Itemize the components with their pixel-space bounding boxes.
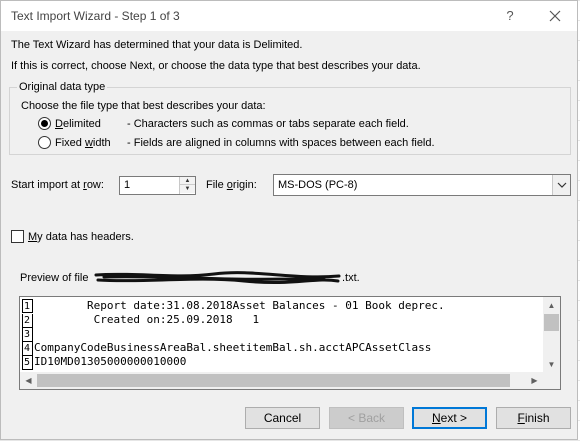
text-import-wizard-dialog: Text Import Wizard - Step 1 of 3 ? The T… [0,0,578,440]
fixed-width-label-before: Fixed [55,137,85,149]
fixed-width-label[interactable]: Fixed width [55,137,111,149]
scroll-right-arrow-icon[interactable]: ▶ [526,372,543,389]
start-import-label-before: Start import at [11,179,84,191]
horizontal-scrollbar[interactable]: ◀ ▶ [20,372,543,389]
preview-line: 3 [22,327,445,342]
headers-label-rest: y data has headers. [37,231,134,243]
preview-line: 5 ID10MD01305000000010000 [22,355,445,370]
line-number: 1 [22,299,33,313]
line-text: Report date:31.08.2018Asset Balances - 0… [34,299,445,312]
scroll-down-arrow-icon[interactable]: ▼ [543,356,560,373]
close-button[interactable] [541,4,569,28]
back-button[interactable]: < Back [329,407,404,429]
spin-up-button[interactable]: ▲ [180,177,195,185]
file-origin-label: File origin: [206,179,257,191]
delimited-label[interactable]: Delimited [55,118,101,130]
vertical-scroll-thumb[interactable] [544,314,559,331]
delimited-description: - Characters such as commas or tabs sepa… [127,118,409,130]
start-import-row-spinner[interactable]: 1 ▲ ▼ [119,176,196,195]
headers-checkbox-label[interactable]: My data has headers. [28,231,134,243]
chevron-down-icon [557,182,567,188]
spin-down-button[interactable]: ▼ [180,185,195,193]
preview-line: 2 Created on:25.09.2018 1 [22,313,445,328]
horizontal-scroll-thumb[interactable] [37,374,510,387]
line-text: ID10MD01305000000010000 [34,355,187,368]
preview-lines: 1 Report date:31.08.2018Asset Balances -… [22,299,445,370]
title-bar: Text Import Wizard - Step 1 of 3 ? [1,1,577,31]
delimited-label-rest: elimited [62,118,101,130]
fixed-width-radio[interactable] [38,136,51,149]
cancel-button[interactable]: Cancel [245,407,320,429]
vertical-scrollbar[interactable]: ▲ ▼ [543,297,560,373]
finish-button[interactable]: Finish [496,407,571,429]
headers-checkbox[interactable] [11,230,24,243]
line-text: Created on:25.09.2018 1 [34,313,260,326]
delimited-radio[interactable] [38,117,51,130]
close-icon [549,10,561,22]
redacted-filename-scribble [94,271,341,285]
dropdown-arrow-button[interactable] [552,175,570,195]
file-preview-pane[interactable]: 1 Report date:31.08.2018Asset Balances -… [19,296,561,390]
next-button[interactable]: Next > [412,407,487,429]
headers-label-mnemonic: M [28,231,38,243]
file-origin-dropdown[interactable]: MS-DOS (PC-8) [273,174,571,196]
fixed-width-label-mnemonic: w [84,137,93,149]
line-number: 4 [22,342,33,356]
start-import-label-after: ow: [86,179,104,191]
line-number: 3 [22,328,33,342]
line-number: 2 [22,314,33,328]
spinner-buttons: ▲ ▼ [179,177,195,194]
scrollbar-corner [542,372,560,389]
preview-line: 4 CompanyCodeBusinessAreaBal.sheetitemBal… [22,341,445,356]
finish-button-mnemonic: F [517,411,525,425]
file-origin-label-after: rigin: [232,179,257,191]
line-text: CompanyCodeBusinessAreaBal.sheetitemBal.… [34,341,432,354]
line-number: 5 [22,356,33,370]
delimited-label-mnemonic: D [55,118,63,130]
file-origin-value: MS-DOS (PC-8) [278,179,358,191]
preview-line: 1 Report date:31.08.2018Asset Balances -… [22,299,445,313]
scroll-left-arrow-icon[interactable]: ◀ [20,372,37,389]
file-origin-label-before: File [206,179,227,191]
intro-instruction-text: If this is correct, choose Next, or choo… [11,60,421,72]
next-button-mnemonic: N [431,411,441,425]
next-button-rest: ext > [440,411,468,425]
preview-label-suffix: .txt. [342,272,360,284]
help-button[interactable]: ? [498,4,522,28]
intro-detected-text: The Text Wizard has determined that your… [11,39,303,51]
scroll-up-arrow-icon[interactable]: ▲ [543,297,560,314]
start-import-label: Start import at row: [11,179,104,191]
fixed-width-description: - Fields are aligned in columns with spa… [127,137,435,149]
file-type-prompt: Choose the file type that best describes… [21,100,266,112]
start-import-row-value: 1 [124,179,131,191]
original-data-type-label: Original data type [17,81,108,93]
window-title: Text Import Wizard - Step 1 of 3 [11,9,180,23]
preview-label-prefix: Preview of file [20,272,89,284]
finish-button-rest: inish [524,411,550,425]
fixed-width-label-rest: idth [92,137,111,149]
